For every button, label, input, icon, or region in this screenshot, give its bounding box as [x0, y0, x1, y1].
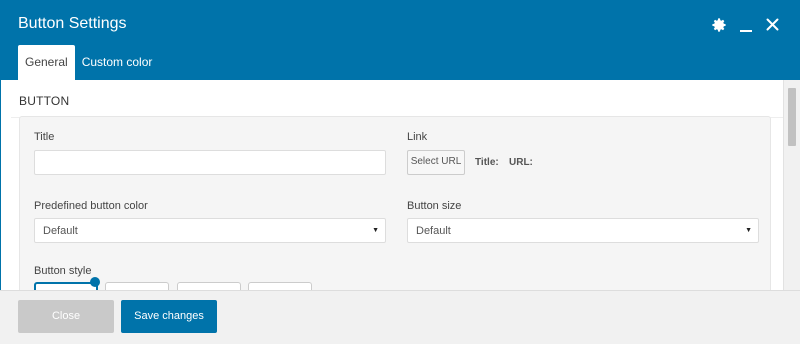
link-title-label: Title: — [475, 157, 499, 168]
button-settings-dialog: Button Settings General Custom color BUT… — [0, 0, 800, 344]
vertical-scrollbar[interactable] — [783, 80, 800, 290]
button-style-label: Button style — [34, 265, 92, 277]
button-style-option[interactable] — [248, 282, 312, 290]
select-url-button[interactable]: Select URL — [407, 150, 465, 175]
link-label: Link — [407, 131, 428, 143]
link-url-label: URL: — [509, 157, 533, 168]
button-settings-panel: Title Link Select URL Title: URL: Predef… — [19, 116, 771, 290]
chevron-down-icon: ▼ — [745, 227, 752, 234]
tab-custom-color[interactable]: Custom color — [75, 45, 160, 80]
title-label: Title — [34, 131, 55, 143]
button-style-option[interactable] — [34, 282, 98, 290]
dialog-footer: Close Save changes — [0, 290, 800, 344]
scrollbar-thumb[interactable] — [788, 88, 796, 146]
predefined-color-select[interactable]: Default ▼ — [34, 218, 386, 243]
button-size-value: Default — [416, 225, 451, 237]
minimize-icon[interactable] — [737, 16, 754, 33]
button-style-option[interactable] — [177, 282, 241, 290]
chevron-down-icon: ▼ — [372, 227, 379, 234]
gear-icon[interactable] — [710, 16, 727, 33]
close-icon[interactable] — [764, 16, 781, 33]
tab-bar: General Custom color — [18, 45, 159, 80]
tab-general[interactable]: General — [18, 45, 75, 80]
button-style-option[interactable] — [105, 282, 169, 290]
section-heading: BUTTON — [19, 94, 70, 108]
header-icons — [710, 16, 781, 33]
settings-content: BUTTON Title Link Select URL Title: URL:… — [0, 80, 783, 290]
title-input[interactable] — [34, 150, 386, 175]
dialog-header: Button Settings General Custom color — [0, 0, 800, 80]
selected-check-icon — [90, 277, 100, 287]
save-changes-button[interactable]: Save changes — [121, 300, 217, 333]
dialog-title: Button Settings — [18, 15, 127, 32]
predefined-color-value: Default — [43, 225, 78, 237]
button-size-select[interactable]: Default ▼ — [407, 218, 759, 243]
predefined-color-label: Predefined button color — [34, 200, 148, 212]
button-size-label: Button size — [407, 200, 462, 212]
close-button[interactable]: Close — [18, 300, 114, 333]
